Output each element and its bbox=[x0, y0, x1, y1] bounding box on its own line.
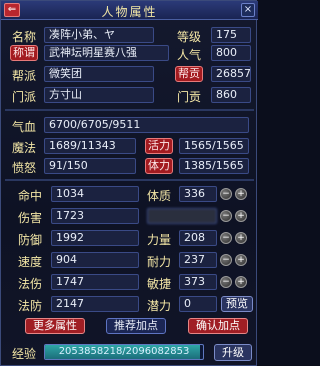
experience-label: 经验 bbox=[12, 347, 37, 361]
divider bbox=[5, 179, 254, 181]
rage-label: 愤怒 bbox=[12, 161, 37, 175]
title-bar: ⇐ 人物属性 × bbox=[1, 1, 258, 20]
strength-plus-button[interactable]: + bbox=[235, 232, 247, 244]
hit-label: 命中 bbox=[18, 189, 43, 203]
spell-damage-value: 1747 bbox=[51, 274, 139, 290]
spell-damage-label: 法伤 bbox=[18, 277, 43, 291]
strength-minus-button[interactable]: − bbox=[220, 232, 232, 244]
constitution-minus-button[interactable]: − bbox=[220, 188, 232, 200]
constitution-label: 体质 bbox=[147, 189, 172, 203]
mp-value: 1689/11343 bbox=[44, 138, 136, 154]
stamina-value: 1385/1565 bbox=[179, 158, 249, 174]
divider bbox=[5, 109, 254, 111]
speed-value: 904 bbox=[51, 252, 139, 268]
level-value: 175 bbox=[211, 27, 251, 43]
agility-value: 373 bbox=[179, 274, 217, 290]
potential-label: 潜力 bbox=[147, 299, 172, 313]
obscured-plus-button[interactable]: + bbox=[235, 210, 247, 222]
hp-value: 6700/6705/9511 bbox=[44, 117, 249, 133]
spell-defense-value: 2147 bbox=[51, 296, 139, 312]
gang-label: 帮派 bbox=[12, 69, 37, 83]
speed-label: 速度 bbox=[18, 255, 43, 269]
damage-value: 1723 bbox=[51, 208, 139, 224]
sect-contribution-value: 860 bbox=[211, 87, 251, 103]
name-value: 凑阵小弟、ヤ bbox=[44, 27, 154, 43]
level-label: 等级 bbox=[177, 30, 202, 44]
more-attributes-button[interactable]: 更多属性 bbox=[25, 318, 85, 334]
sect-label: 门派 bbox=[12, 90, 37, 104]
experience-bar: 2053858218/2096082853 bbox=[44, 344, 204, 360]
agility-minus-button[interactable]: − bbox=[220, 276, 232, 288]
endurance-minus-button[interactable]: − bbox=[220, 254, 232, 266]
constitution-value: 336 bbox=[179, 186, 217, 202]
vigor-button[interactable]: 活力 bbox=[145, 138, 173, 154]
sect-value: 方寸山 bbox=[44, 87, 154, 103]
mp-label: 魔法 bbox=[12, 141, 37, 155]
obscured-minus-button[interactable]: − bbox=[220, 210, 232, 222]
sect-contribution-label: 门贡 bbox=[177, 90, 202, 104]
confirm-points-button[interactable]: 确认加点 bbox=[188, 318, 248, 334]
popularity-value: 800 bbox=[211, 45, 251, 61]
window-title: 人物属性 bbox=[101, 5, 158, 19]
popularity-label: 人气 bbox=[177, 48, 202, 62]
title-button[interactable]: 称谓 bbox=[10, 45, 38, 61]
gang-value: 微笑团 bbox=[44, 66, 154, 82]
hp-label: 气血 bbox=[12, 120, 37, 134]
damage-label: 伤害 bbox=[18, 211, 43, 225]
vigor-value: 1565/1565 bbox=[179, 138, 249, 154]
defense-value: 1992 bbox=[51, 230, 139, 246]
spell-defense-label: 法防 bbox=[18, 299, 43, 313]
preview-button[interactable]: 预览 bbox=[221, 296, 253, 312]
recommended-points-button[interactable]: 推荐加点 bbox=[106, 318, 166, 334]
stamina-button[interactable]: 体力 bbox=[145, 158, 173, 174]
title-value: 武神坛明星赛八强 bbox=[44, 45, 169, 61]
name-label: 名称 bbox=[12, 30, 37, 44]
strength-label: 力量 bbox=[147, 233, 172, 247]
potential-value: 0 bbox=[179, 296, 217, 312]
agility-plus-button[interactable]: + bbox=[235, 276, 247, 288]
agility-label: 敏捷 bbox=[147, 277, 172, 291]
character-attributes-window: ⇐ 人物属性 × 名称 凑阵小弟、ヤ 等级 175 称谓 武神坛明星赛八强 人气… bbox=[0, 0, 258, 366]
experience-value: 2053858218/2096082853 bbox=[58, 346, 190, 357]
defense-label: 防御 bbox=[18, 233, 43, 247]
gang-contribution-value: 26857 bbox=[211, 66, 251, 82]
hit-value: 1034 bbox=[51, 186, 139, 202]
endurance-plus-button[interactable]: + bbox=[235, 254, 247, 266]
endurance-label: 耐力 bbox=[147, 255, 172, 269]
rage-value: 91/150 bbox=[44, 158, 136, 174]
strength-value: 208 bbox=[179, 230, 217, 246]
constitution-plus-button[interactable]: + bbox=[235, 188, 247, 200]
gang-contribution-button[interactable]: 帮贡 bbox=[175, 66, 203, 82]
upgrade-button[interactable]: 升级 bbox=[214, 344, 252, 361]
close-button[interactable]: × bbox=[241, 3, 255, 17]
endurance-value: 237 bbox=[179, 252, 217, 268]
obscured-attribute bbox=[147, 208, 217, 224]
